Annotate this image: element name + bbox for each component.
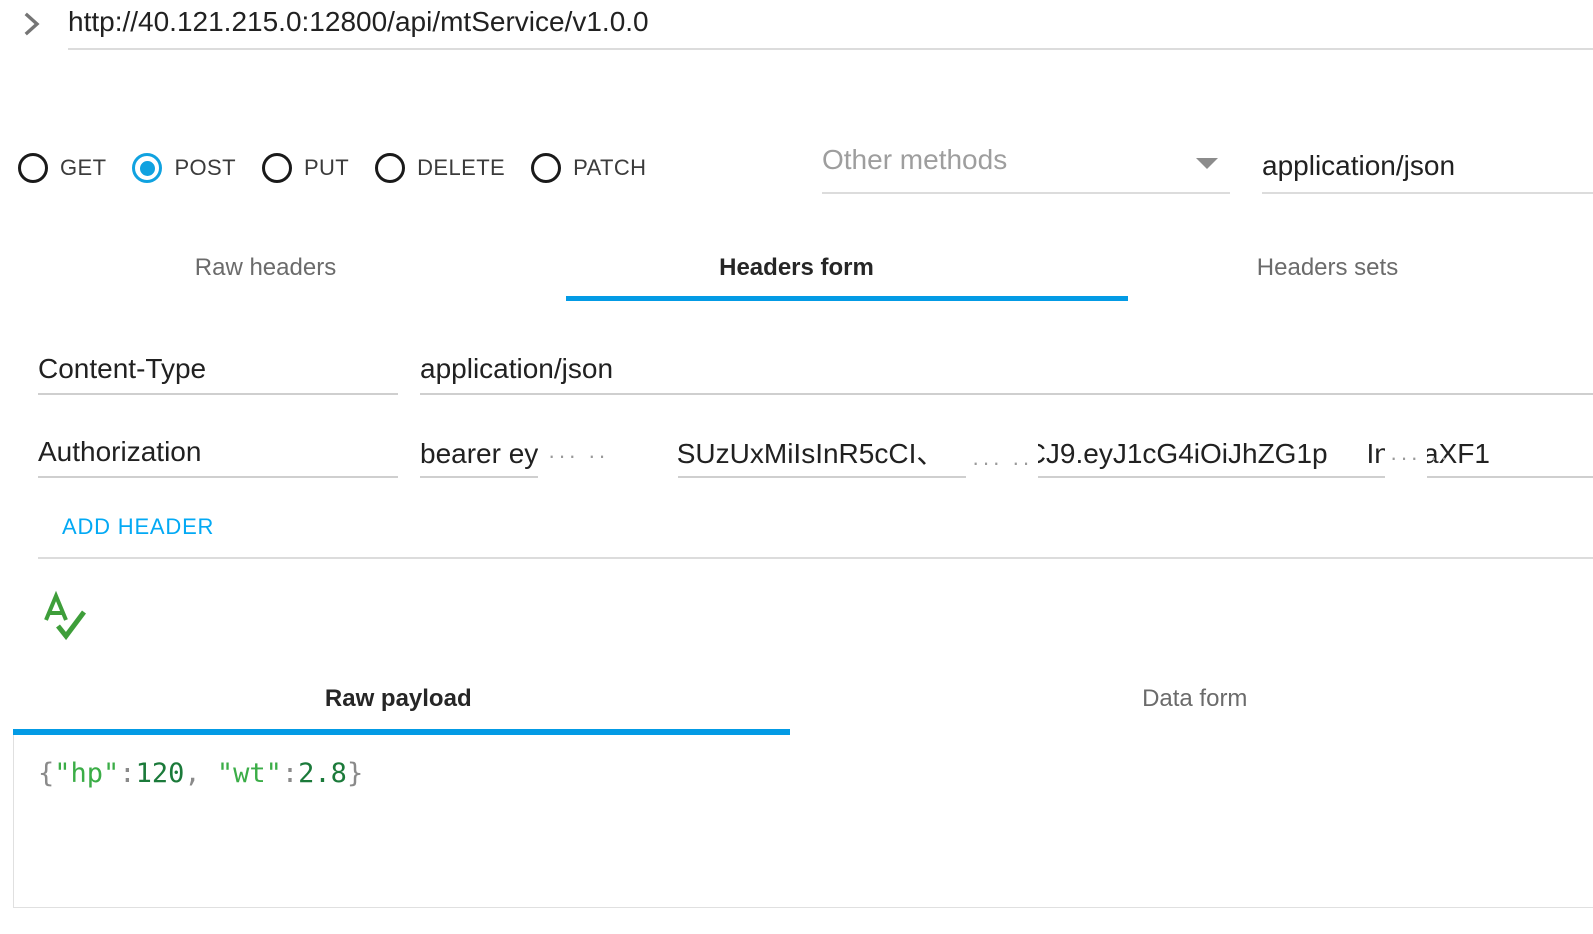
section-divider xyxy=(38,557,1593,559)
http-method-radio-group: GET POST PUT DELETE PATCH xyxy=(18,138,672,198)
method-radio-post[interactable]: POST xyxy=(132,153,236,183)
method-radio-delete[interactable]: DELETE xyxy=(375,153,505,183)
redaction-dots: ··· ·· xyxy=(1390,445,1451,470)
method-radio-get[interactable]: GET xyxy=(18,153,106,183)
chevron-right-icon[interactable] xyxy=(18,10,46,38)
tab-label: Raw payload xyxy=(324,685,472,712)
redaction-dots: ··· ·· xyxy=(548,443,609,468)
header-row xyxy=(0,345,1593,405)
method-label-put: PUT xyxy=(303,155,350,180)
tab-headers-sets[interactable]: Headers sets xyxy=(1062,232,1593,304)
content-type-input[interactable] xyxy=(1262,140,1593,194)
radio-circle-icon xyxy=(18,153,48,183)
request-url-input[interactable] xyxy=(68,2,1593,50)
url-bar xyxy=(0,0,1593,52)
json-token-punct: , xyxy=(184,758,217,789)
json-token-num: 2.8 xyxy=(298,758,347,789)
headers-tab-bar: Raw headers Headers form Headers sets xyxy=(0,232,1593,304)
method-radio-patch[interactable]: PATCH xyxy=(531,153,646,183)
radio-circle-icon xyxy=(531,153,562,183)
method-label-patch: PATCH xyxy=(573,155,647,180)
header-row xyxy=(0,428,1593,488)
tab-raw-headers[interactable]: Raw headers xyxy=(0,232,531,304)
tab-label: Data form xyxy=(1142,685,1248,712)
active-tab-indicator xyxy=(566,296,1128,301)
other-methods-placeholder: Other methods xyxy=(822,144,1008,175)
payload-tab-bar: Raw payload Data form xyxy=(0,665,1593,733)
method-radio-put[interactable]: PUT xyxy=(261,153,350,183)
radio-circle-icon xyxy=(375,153,406,183)
json-token-punct: : xyxy=(119,758,136,789)
other-methods-select[interactable]: Other methods xyxy=(822,140,1230,194)
json-token-num: 120 xyxy=(135,758,185,789)
tab-data-form[interactable]: Data form xyxy=(797,665,1593,733)
add-header-button[interactable]: ADD HEADER xyxy=(58,508,218,546)
method-label-delete: DELETE xyxy=(417,155,506,180)
spellcheck-icon[interactable] xyxy=(40,590,96,642)
redaction-dots: ··· ·· xyxy=(972,450,1033,475)
tab-label: Headers sets xyxy=(1256,254,1399,281)
tab-label: Headers form xyxy=(719,254,874,281)
radio-circle-icon xyxy=(261,153,292,183)
header-name-input[interactable] xyxy=(38,345,398,395)
json-token-key: "wt" xyxy=(216,758,282,789)
json-token-punct: } xyxy=(346,758,364,789)
method-label-get: GET xyxy=(60,155,107,180)
method-label-post: POST xyxy=(174,155,236,180)
json-token-key: "hp" xyxy=(54,758,120,789)
raw-payload-editor[interactable]: {"hp":120, "wt":2.8} xyxy=(13,735,1593,908)
radio-circle-selected-icon xyxy=(132,153,163,183)
header-name-input[interactable] xyxy=(38,428,398,478)
tab-headers-form[interactable]: Headers form xyxy=(531,232,1062,304)
payload-code-content: {"hp":120, "wt":2.8} xyxy=(38,757,363,791)
tab-raw-payload[interactable]: Raw payload xyxy=(0,665,797,733)
http-method-row: GET POST PUT DELETE PATCH Other methods … xyxy=(0,138,1593,208)
json-token-punct: : xyxy=(281,758,299,789)
header-value-input[interactable] xyxy=(420,345,1593,395)
tab-label: Raw headers xyxy=(194,254,337,281)
chevron-down-icon xyxy=(1196,158,1218,169)
json-token-punct: { xyxy=(38,758,55,789)
